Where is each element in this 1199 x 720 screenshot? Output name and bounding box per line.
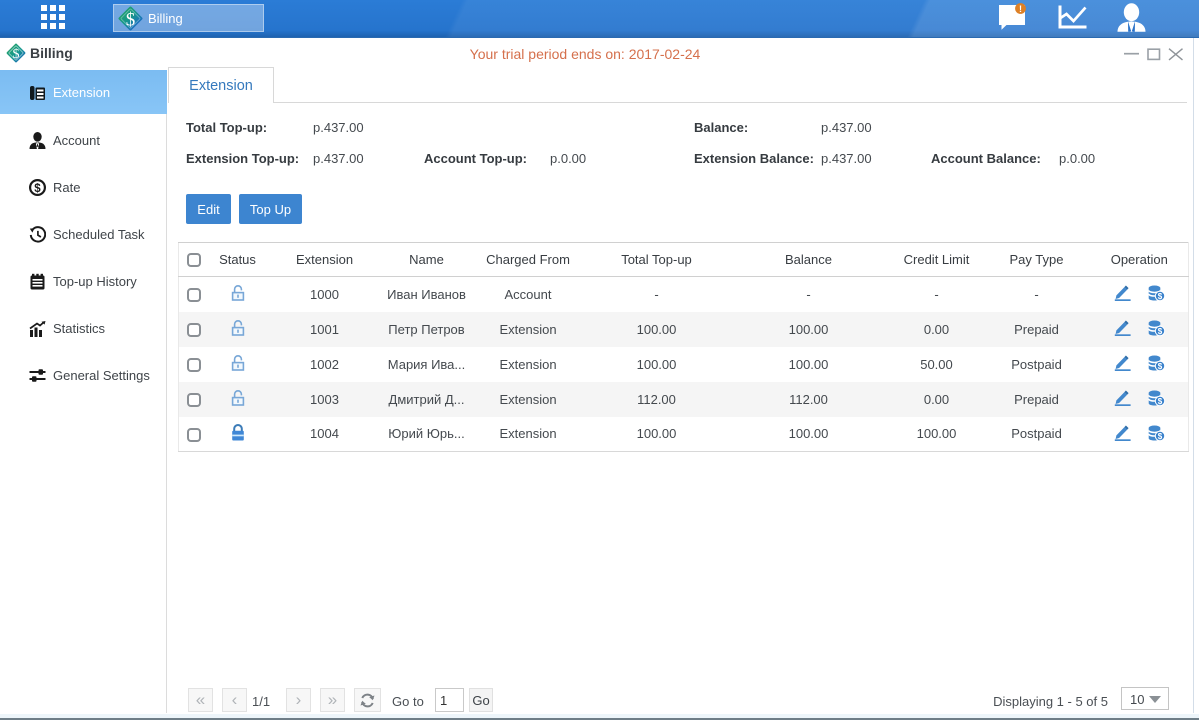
svg-text:$: $ — [1158, 432, 1163, 441]
svg-text:!: ! — [1019, 4, 1022, 14]
svg-text:$: $ — [1158, 397, 1163, 406]
svg-text:$: $ — [34, 183, 41, 195]
svg-text:$: $ — [1158, 362, 1163, 371]
svg-text:$: $ — [1158, 292, 1163, 301]
svg-text:$: $ — [1158, 327, 1163, 336]
svg-text:$: $ — [126, 9, 136, 30]
